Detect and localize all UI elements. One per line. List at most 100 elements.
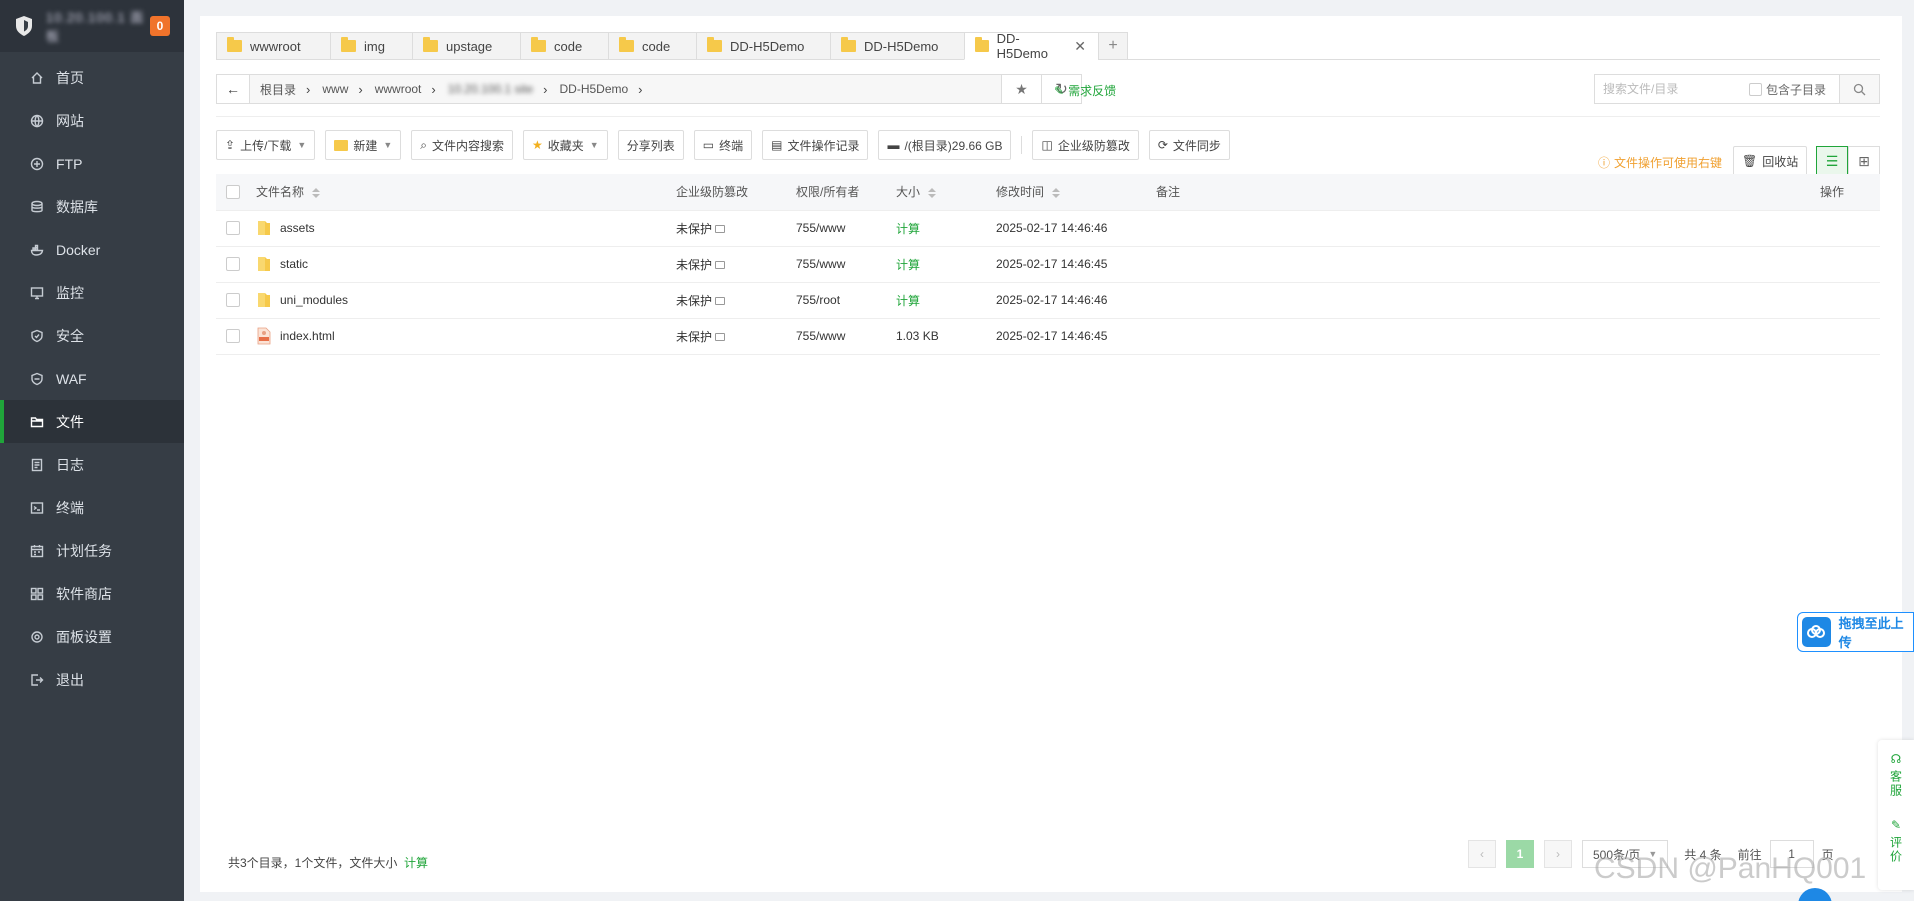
notification-badge[interactable]: 0 — [150, 16, 170, 36]
note-cell[interactable] — [1156, 282, 1820, 319]
sidebar-item-cron[interactable]: 计划任务 — [0, 529, 184, 572]
row-checkbox[interactable] — [226, 293, 240, 308]
sidebar-item-docker[interactable]: Docker — [0, 228, 184, 271]
size-calc-link[interactable]: 计算 — [896, 294, 920, 308]
favorites-button[interactable]: ★ 收藏夹 ▼ — [523, 130, 608, 160]
permission[interactable]: 755/root — [796, 293, 840, 307]
tamper-cell[interactable]: 未保护 — [676, 282, 796, 319]
sort-icon[interactable] — [312, 188, 321, 199]
sidebar-item-website[interactable]: 网站 — [0, 99, 184, 142]
tamper-cell[interactable]: 未保护 — [676, 210, 796, 247]
row-checkbox[interactable] — [226, 329, 240, 344]
sidebar-item-monitor[interactable]: 监控 — [0, 271, 184, 314]
permission[interactable]: 755/www — [796, 221, 845, 235]
sort-icon[interactable] — [928, 188, 937, 199]
sidebar-item-logs[interactable]: 日志 — [0, 443, 184, 486]
page-number[interactable]: 1 — [1506, 840, 1534, 868]
file-name-cell[interactable]: uni_modules — [256, 282, 676, 319]
sidebar-item-security[interactable]: 安全 — [0, 314, 184, 357]
next-page-button[interactable]: › — [1544, 840, 1572, 868]
sort-icon[interactable] — [1052, 188, 1061, 199]
upload-download-button[interactable]: ⇪ 上传/下载 ▼ — [216, 130, 316, 160]
search-input[interactable] — [1595, 75, 1749, 103]
sidebar-item-settings[interactable]: 面板设置 — [0, 615, 184, 658]
favorite-button[interactable]: ★ — [1002, 74, 1042, 104]
file-name[interactable]: assets — [280, 221, 315, 235]
grid-view-button[interactable]: ⊞ — [1848, 146, 1880, 176]
tab-dd-h5demo-2[interactable]: DD-H5Demo — [830, 32, 964, 60]
sidebar-item-terminal[interactable]: 终端 — [0, 486, 184, 529]
tamper-proof-button[interactable]: ◫ 企业级防篡改 — [1032, 130, 1139, 160]
tab-code-2[interactable]: code — [608, 32, 696, 60]
share-list-button[interactable]: 分享列表 — [617, 130, 684, 160]
size-calc-link[interactable]: 计算 — [896, 222, 920, 236]
tab-wwwroot[interactable]: wwwroot — [216, 32, 330, 60]
recycle-bin-button[interactable]: 🗑︎ 回收站 — [1733, 146, 1808, 176]
size-cell[interactable]: 计算 — [896, 246, 996, 283]
operation-log-button[interactable]: ▤ 文件操作记录 — [762, 130, 869, 160]
row-checkbox[interactable] — [226, 221, 240, 236]
sidebar-item-store[interactable]: 软件商店 — [0, 572, 184, 615]
breadcrumb-site[interactable]: 10.20.100.1 site — [448, 82, 533, 96]
col-mtime[interactable]: 修改时间 — [996, 174, 1156, 211]
tab-upstage[interactable]: upstage — [412, 32, 520, 60]
tab-dd-h5demo-active[interactable]: DD-H5Demo ✕ — [964, 31, 1098, 61]
file-name[interactable]: index.html — [280, 329, 335, 343]
include-subdir-checkbox[interactable]: 包含子目录 — [1749, 81, 1839, 98]
checkbox[interactable] — [1749, 82, 1762, 96]
note-cell[interactable] — [1156, 318, 1820, 355]
survey-link[interactable]: 评价 — [1888, 836, 1905, 864]
table-row[interactable]: assets 未保护 755/www 计算 2025-02-17 14:46:4… — [216, 210, 1880, 247]
select-all-checkbox[interactable] — [226, 185, 240, 200]
perm-cell[interactable]: 755/root — [796, 282, 896, 319]
prev-page-button[interactable]: ‹ — [1468, 840, 1496, 868]
row-checkbox[interactable] — [226, 257, 240, 272]
feedback-link[interactable]: ✎ 需求反馈 — [1054, 82, 1116, 99]
table-row[interactable]: static 未保护 755/www 计算 2025-02-17 14:46:4… — [216, 246, 1880, 283]
disk-button[interactable]: ▬ /(根目录)29.66 GB — [878, 130, 1012, 160]
permission[interactable]: 755/www — [796, 257, 845, 271]
sidebar-item-files[interactable]: 文件 — [0, 400, 184, 443]
note-cell[interactable] — [1156, 210, 1820, 247]
tab-img[interactable]: img — [330, 32, 412, 60]
perm-cell[interactable]: 755/www — [796, 210, 896, 247]
col-size[interactable]: 大小 — [896, 174, 996, 211]
file-name[interactable]: uni_modules — [280, 293, 348, 307]
note-cell[interactable] — [1156, 246, 1820, 283]
file-name-cell[interactable]: static — [256, 246, 676, 283]
add-tab-button[interactable]: + — [1098, 32, 1128, 60]
breadcrumb-current[interactable]: DD-H5Demo — [559, 82, 628, 96]
breadcrumb-www[interactable]: www — [322, 82, 348, 96]
tab-code[interactable]: code — [520, 32, 608, 60]
size-cell[interactable]: 计算 — [896, 282, 996, 319]
permission[interactable]: 755/www — [796, 329, 845, 343]
tab-dd-h5demo[interactable]: DD-H5Demo — [696, 32, 830, 60]
sidebar-item-home[interactable]: 首页 — [0, 56, 184, 99]
sidebar-item-ftp[interactable]: FTP — [0, 142, 184, 185]
file-sync-button[interactable]: ⟳ 文件同步 — [1148, 130, 1230, 160]
perm-cell[interactable]: 755/www — [796, 246, 896, 283]
tamper-cell[interactable]: 未保护 — [676, 318, 796, 355]
list-view-button[interactable]: ☰ — [1816, 146, 1848, 176]
file-name[interactable]: static — [280, 257, 308, 271]
table-row[interactable]: uni_modules 未保护 755/root 计算 2025-02-17 1… — [216, 282, 1880, 319]
size-calc-link[interactable]: 计算 — [896, 258, 920, 272]
file-name-cell[interactable]: assets — [256, 210, 676, 247]
calc-size-link[interactable]: 计算 — [404, 856, 428, 870]
col-name[interactable]: 文件名称 — [256, 174, 676, 211]
tamper-cell[interactable]: 未保护 — [676, 246, 796, 283]
file-name-cell[interactable]: index.html — [256, 318, 676, 355]
breadcrumb[interactable]: 根目录 › www › wwwroot › 10.20.100.1 site › DD-… — [250, 74, 1002, 104]
table-row[interactable]: index.html 未保护 755/www 1.03 KB 2025-02-1… — [216, 318, 1880, 355]
sidebar-item-database[interactable]: 数据库 — [0, 185, 184, 228]
back-button[interactable]: ← — [216, 74, 250, 104]
search-button[interactable] — [1839, 75, 1879, 103]
customer-service-link[interactable]: 客服 — [1888, 770, 1905, 798]
sidebar-item-logout[interactable]: 退出 — [0, 658, 184, 701]
drag-upload-widget[interactable]: 拖拽至此上传 — [1797, 612, 1914, 652]
new-button[interactable]: 新建 ▼ — [325, 130, 402, 160]
perm-cell[interactable]: 755/www — [796, 318, 896, 355]
breadcrumb-root[interactable]: 根目录 — [260, 81, 296, 98]
breadcrumb-wwwroot[interactable]: wwwroot — [375, 82, 422, 96]
content-search-button[interactable]: ⌕ 文件内容搜索 — [411, 130, 514, 160]
